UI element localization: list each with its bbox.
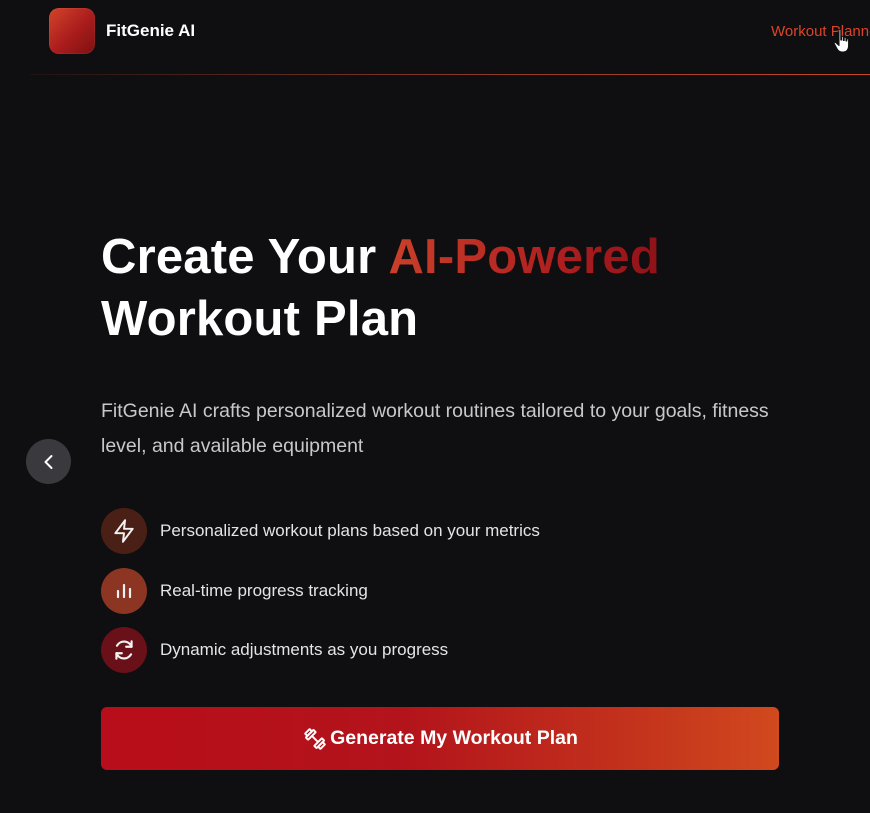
feature-label: Personalized workout plans based on your…: [160, 521, 540, 540]
lightning-icon: [114, 519, 134, 543]
header-divider: [30, 74, 870, 75]
hero-title-part2: Workout Plan: [101, 292, 419, 346]
refresh-icon: [115, 640, 133, 660]
page: FitGenie AI Workout Planner Create Your …: [0, 0, 870, 813]
carousel-prev-button[interactable]: [26, 439, 71, 484]
bar-chart-icon: [116, 583, 132, 599]
generate-button-label: Generate My Workout Plan: [330, 727, 578, 749]
top-navbar: FitGenie AI Workout Planner: [0, 0, 870, 74]
feature-label: Dynamic adjustments as you progress: [160, 640, 449, 659]
hand-cursor-icon: [833, 28, 850, 53]
hero-subtitle: FitGenie AI crafts personalized workout …: [101, 400, 769, 457]
dumbbell-icon: [304, 727, 326, 750]
brand-name[interactable]: FitGenie AI: [106, 21, 195, 41]
feature-icon-badge: [101, 568, 147, 614]
feature-icon-badge: [101, 508, 147, 554]
hero-title-part1: Create Your: [101, 230, 389, 284]
chevron-left-icon: [44, 454, 52, 469]
app-logo[interactable]: [49, 8, 95, 54]
feature-item-progress-tracking: Real-time progress tracking: [101, 568, 701, 614]
feature-label: Real-time progress tracking: [160, 581, 368, 600]
feature-item-personalized: Personalized workout plans based on your…: [101, 508, 701, 554]
feature-item-dynamic-adjustments: Dynamic adjustments as you progress: [101, 627, 701, 673]
feature-icon-badge: [101, 627, 147, 673]
generate-workout-plan-button[interactable]: Generate My Workout Plan: [101, 707, 779, 770]
nav-link-workout-planner[interactable]: Workout Planner: [771, 23, 870, 40]
hero-title-accent: AI-Powered: [388, 230, 660, 284]
hero-title: Create Your AI-Powered Workout Plan: [101, 226, 801, 350]
